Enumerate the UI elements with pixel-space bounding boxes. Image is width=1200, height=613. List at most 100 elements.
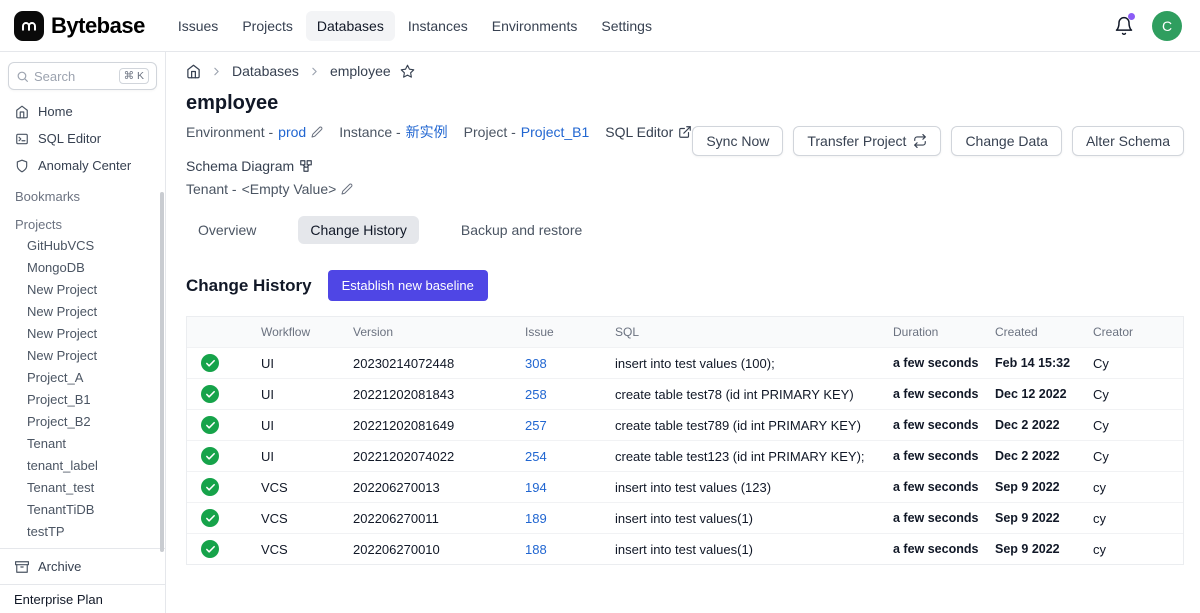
history-row[interactable]: VCS202206270011189insert into test value… bbox=[187, 503, 1183, 534]
search-box[interactable]: ⌘ K bbox=[8, 62, 157, 90]
status-cell bbox=[187, 379, 251, 410]
avatar[interactable]: C bbox=[1152, 11, 1182, 41]
sidebar-item-sql-editor[interactable]: SQL Editor bbox=[8, 125, 157, 152]
breadcrumb: Databases employee bbox=[186, 63, 1184, 79]
sidebar-project-item[interactable]: MongoDB bbox=[8, 257, 157, 279]
topbar: Bytebase Issues Projects Databases Insta… bbox=[0, 0, 1200, 52]
meta-instance: Instance - 新实例 bbox=[339, 122, 447, 142]
sidebar-project-item[interactable]: tenant_label bbox=[8, 455, 157, 477]
issue-cell: 257 bbox=[515, 410, 605, 441]
nav-item-issues[interactable]: Issues bbox=[167, 11, 229, 41]
environment-link[interactable]: prod bbox=[278, 124, 306, 140]
issue-link[interactable]: 257 bbox=[525, 418, 547, 433]
sidebar-project-item[interactable]: testTP bbox=[8, 521, 157, 543]
history-row[interactable]: UI20221202074022254create table test123 … bbox=[187, 441, 1183, 472]
bytebase-logo[interactable]: Bytebase bbox=[14, 11, 145, 41]
change-data-button[interactable]: Change Data bbox=[951, 126, 1062, 156]
creator-cell: Cy bbox=[1083, 410, 1183, 441]
search-input[interactable] bbox=[34, 69, 114, 84]
sidebar-project-item[interactable]: TenantTiDB bbox=[8, 499, 157, 521]
sidebar-project-item[interactable]: New Project bbox=[8, 279, 157, 301]
nav-item-instances[interactable]: Instances bbox=[397, 11, 479, 41]
external-link-icon bbox=[678, 125, 692, 139]
tenant-value: <Empty Value> bbox=[242, 181, 337, 197]
version-cell: 20230214072448 bbox=[343, 348, 515, 379]
search-shortcut: ⌘ K bbox=[119, 68, 149, 84]
nav-item-databases[interactable]: Databases bbox=[306, 11, 395, 41]
issue-link[interactable]: 258 bbox=[525, 387, 547, 402]
success-check-icon bbox=[201, 509, 219, 527]
bookmark-star-icon[interactable] bbox=[400, 64, 415, 79]
sql-cell: create table test789 (id int PRIMARY KEY… bbox=[605, 410, 883, 441]
col-created: Created bbox=[985, 317, 1083, 348]
sidebar-item-anomaly-center[interactable]: Anomaly Center bbox=[8, 152, 157, 179]
version-cell: 202206270011 bbox=[343, 503, 515, 534]
issue-link[interactable]: 308 bbox=[525, 356, 547, 371]
database-meta: Environment - prod Instance - 新实例 Projec… bbox=[186, 122, 692, 204]
version-cell: 202206270013 bbox=[343, 472, 515, 503]
notification-bell-icon[interactable] bbox=[1114, 16, 1134, 36]
sidebar-scrollbar[interactable] bbox=[160, 192, 164, 552]
instance-link[interactable]: 新实例 bbox=[406, 122, 448, 142]
col-issue: Issue bbox=[515, 317, 605, 348]
issue-link[interactable]: 189 bbox=[525, 511, 547, 526]
sidebar-project-item[interactable]: New Project bbox=[8, 345, 157, 367]
open-sql-editor[interactable]: SQL Editor bbox=[605, 124, 692, 140]
nav-item-projects[interactable]: Projects bbox=[231, 11, 304, 41]
establish-baseline-button[interactable]: Establish new baseline bbox=[328, 270, 488, 301]
sidebar-project-item[interactable]: Tenant bbox=[8, 433, 157, 455]
issue-cell: 188 bbox=[515, 534, 605, 565]
edit-pencil-icon[interactable] bbox=[341, 183, 353, 195]
col-version: Version bbox=[343, 317, 515, 348]
open-schema-diagram[interactable]: Schema Diagram bbox=[186, 158, 313, 174]
issue-link[interactable]: 188 bbox=[525, 542, 547, 557]
tab-bar: Overview Change History Backup and resto… bbox=[186, 216, 1184, 244]
breadcrumb-employee[interactable]: employee bbox=[330, 63, 391, 79]
history-row[interactable]: UI20221202081649257create table test789 … bbox=[187, 410, 1183, 441]
section-title: Change History bbox=[186, 276, 312, 296]
issue-cell: 194 bbox=[515, 472, 605, 503]
history-row[interactable]: UI20221202081843258create table test78 (… bbox=[187, 379, 1183, 410]
tab-overview[interactable]: Overview bbox=[186, 216, 268, 244]
edit-pencil-icon[interactable] bbox=[311, 126, 323, 138]
col-duration: Duration bbox=[883, 317, 985, 348]
transfer-icon bbox=[913, 134, 927, 148]
sidebar-item-home[interactable]: Home bbox=[8, 98, 157, 125]
tab-change-history[interactable]: Change History bbox=[298, 216, 419, 244]
sidebar-project-item[interactable]: Project_B2 bbox=[8, 411, 157, 433]
history-row[interactable]: UI20230214072448308insert into test valu… bbox=[187, 348, 1183, 379]
sidebar-project-item[interactable]: Project_A bbox=[8, 367, 157, 389]
sidebar-item-label: SQL Editor bbox=[38, 131, 101, 146]
issue-link[interactable]: 254 bbox=[525, 449, 547, 464]
sidebar-item-label: Anomaly Center bbox=[38, 158, 131, 173]
alter-schema-button[interactable]: Alter Schema bbox=[1072, 126, 1184, 156]
history-row[interactable]: VCS202206270013194insert into test value… bbox=[187, 472, 1183, 503]
transfer-project-button[interactable]: Transfer Project bbox=[793, 126, 941, 156]
history-row[interactable]: VCS202206270010188insert into test value… bbox=[187, 534, 1183, 565]
breadcrumb-home-icon[interactable] bbox=[186, 64, 201, 79]
issue-link[interactable]: 194 bbox=[525, 480, 547, 495]
nav-item-environments[interactable]: Environments bbox=[481, 11, 589, 41]
workflow-cell: UI bbox=[251, 379, 343, 410]
issue-cell: 258 bbox=[515, 379, 605, 410]
breadcrumb-databases[interactable]: Databases bbox=[232, 63, 299, 79]
sidebar-project-item[interactable]: New Project bbox=[8, 301, 157, 323]
sidebar-project-item[interactable]: New Project bbox=[8, 323, 157, 345]
sync-now-button[interactable]: Sync Now bbox=[692, 126, 783, 156]
sidebar-project-item[interactable]: Project_B1 bbox=[8, 389, 157, 411]
sidebar-project-item[interactable]: Tenant_test bbox=[8, 477, 157, 499]
duration-cell: a few seconds bbox=[883, 472, 985, 503]
main-content: Databases employee employee Environment … bbox=[166, 52, 1200, 613]
status-cell bbox=[187, 348, 251, 379]
project-link[interactable]: Project_B1 bbox=[521, 124, 589, 140]
duration-cell: a few seconds bbox=[883, 379, 985, 410]
sidebar-item-label: Home bbox=[38, 104, 73, 119]
sidebar-section-bookmarks: Bookmarks bbox=[8, 179, 157, 207]
tab-backup-restore[interactable]: Backup and restore bbox=[449, 216, 594, 244]
success-check-icon bbox=[201, 416, 219, 434]
sidebar-project-item[interactable]: GitHubVCS bbox=[8, 235, 157, 257]
duration-cell: a few seconds bbox=[883, 410, 985, 441]
chevron-right-icon bbox=[210, 65, 223, 78]
sidebar-item-archive[interactable]: Archive bbox=[8, 553, 157, 580]
nav-item-settings[interactable]: Settings bbox=[590, 11, 663, 41]
